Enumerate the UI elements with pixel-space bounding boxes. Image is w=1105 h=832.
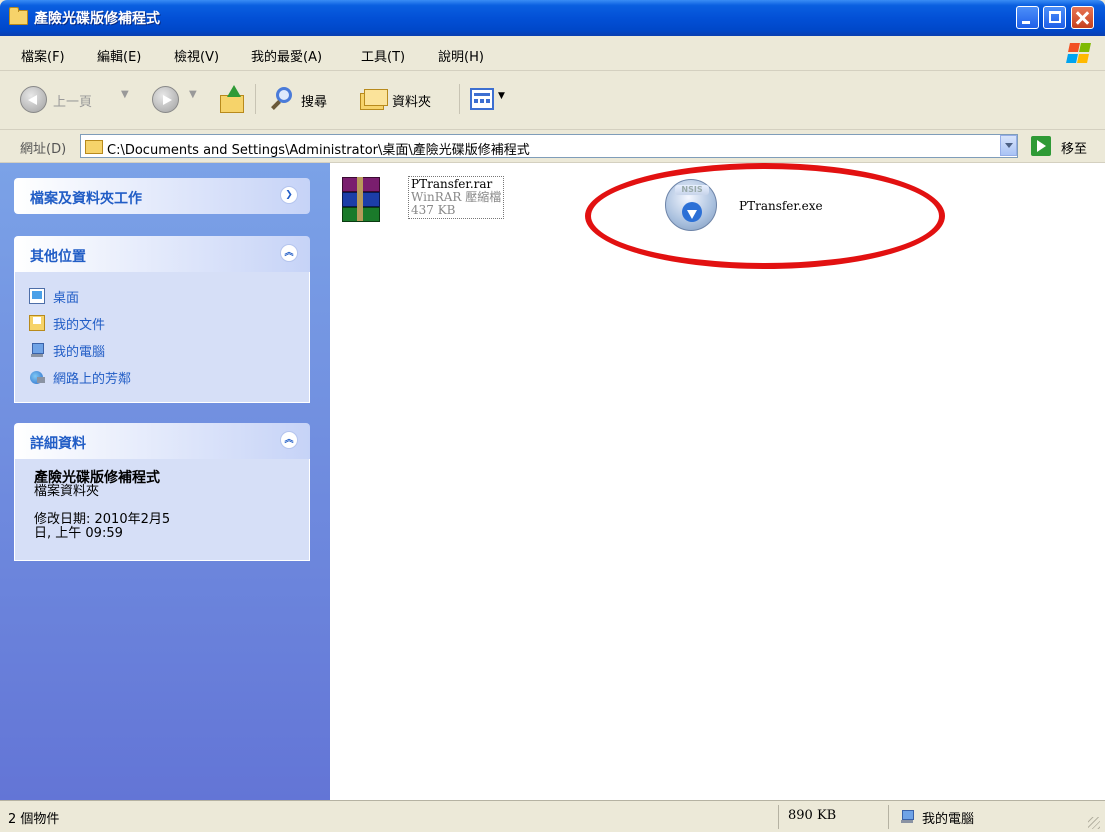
folder-icon xyxy=(9,7,28,25)
my-computer-icon xyxy=(900,810,914,824)
address-path[interactable]: C:\Documents and Settings\Administrator\… xyxy=(107,139,530,158)
toolbar-separator xyxy=(459,84,460,114)
address-label: 網址(D) xyxy=(20,142,67,157)
panel-title: 詳細資料 xyxy=(30,436,86,452)
windows-logo-icon xyxy=(1066,42,1091,64)
menu-bar: 檔案(F) 編輯(E) 檢視(V) 我的最愛(A) 工具(T) 說明(H) xyxy=(0,36,1105,71)
file-label: PTransfer.rar WinRAR 壓縮檔 437 KB xyxy=(408,176,505,219)
status-location: 我的電腦 xyxy=(922,812,975,827)
folder-icon xyxy=(85,140,103,154)
sidebar-item-desktop[interactable]: 桌面 xyxy=(15,282,309,309)
maximize-button[interactable] xyxy=(1043,6,1066,29)
address-input[interactable]: C:\Documents and Settings\Administrator\… xyxy=(80,134,1018,158)
details-modified: 修改日期: 2010年2月5日, 上午 09:59 xyxy=(34,512,171,541)
back-dropdown-icon[interactable]: ▼ xyxy=(121,89,129,100)
search-icon[interactable] xyxy=(268,85,296,113)
back-button-label[interactable]: 上一頁 xyxy=(53,91,92,110)
up-folder-icon[interactable] xyxy=(218,85,246,113)
expand-icon[interactable]: ❯ xyxy=(280,186,298,204)
forward-arrow-icon[interactable] xyxy=(152,86,179,113)
sidebar-item-label: 我的電腦 xyxy=(53,345,106,360)
sidebar-item-my-computer[interactable]: 我的電腦 xyxy=(15,336,309,363)
folders-button-label[interactable]: 資料夾 xyxy=(392,91,431,110)
sidebar-item-label: 我的文件 xyxy=(53,318,106,333)
search-button-label[interactable]: 搜尋 xyxy=(301,91,327,110)
my-computer-icon xyxy=(29,342,45,358)
go-button-label[interactable]: 移至 xyxy=(1061,138,1087,157)
status-divider xyxy=(888,805,889,829)
network-places-icon xyxy=(29,369,45,385)
menu-edit[interactable]: 編輯(E) xyxy=(97,46,141,65)
menu-help[interactable]: 說明(H) xyxy=(438,46,484,65)
sidebar-item-label: 網路上的芳鄰 xyxy=(53,372,132,387)
file-list: PTransfer.rar WinRAR 壓縮檔 437 KB NSIS PTr… xyxy=(330,163,1105,800)
views-dropdown-icon[interactable]: ▼ xyxy=(498,91,505,101)
panel-title: 其他位置 xyxy=(30,249,86,265)
highlight-annotation xyxy=(585,163,945,269)
toolbar: 上一頁 ▼ ▼ 搜尋 資料夾 ▼ xyxy=(0,71,1105,130)
panel-header[interactable]: 檔案及資料夾工作 ❯ xyxy=(14,178,310,214)
my-documents-icon xyxy=(29,315,45,331)
file-item[interactable]: PTransfer.rar WinRAR 壓縮檔 437 KB xyxy=(338,175,538,231)
collapse-icon[interactable]: ︽ xyxy=(280,244,298,262)
minimize-button[interactable] xyxy=(1016,6,1039,29)
sidebar-item-label: 桌面 xyxy=(53,291,80,306)
status-divider xyxy=(778,805,779,829)
menu-file[interactable]: 檔案(F) xyxy=(21,46,65,65)
status-bar: 2 個物件 890 KB 我的電腦 xyxy=(0,800,1105,832)
toolbar-separator xyxy=(255,84,256,114)
forward-dropdown-icon[interactable]: ▼ xyxy=(189,89,197,100)
panel-body: 產險光碟版修補程式 檔案資料夾 修改日期: 2010年2月5日, 上午 09:5… xyxy=(14,459,310,561)
address-bar: 網址(D) C:\Documents and Settings\Administ… xyxy=(0,130,1105,163)
menu-view[interactable]: 檢視(V) xyxy=(174,46,219,65)
resize-grip-icon[interactable] xyxy=(1088,817,1100,829)
collapse-icon[interactable]: ︽ xyxy=(280,431,298,449)
folders-icon[interactable] xyxy=(360,87,388,110)
menu-favorites[interactable]: 我的最愛(A) xyxy=(251,46,322,65)
panel-body: 桌面 我的文件 我的電腦 網路上的芳鄰 xyxy=(14,272,310,403)
panel-title: 檔案及資料夾工作 xyxy=(30,191,142,207)
back-arrow-icon[interactable] xyxy=(20,86,47,113)
chevron-down-icon xyxy=(1005,143,1013,148)
address-dropdown-button[interactable] xyxy=(1000,135,1017,156)
explorer-window: 產險光碟版修補程式 檔案(F) 編輯(E) 檢視(V) 我的最愛(A) 工具(T… xyxy=(0,0,1105,832)
menu-tools[interactable]: 工具(T) xyxy=(361,46,405,65)
winrar-archive-icon xyxy=(342,177,380,222)
close-button[interactable] xyxy=(1071,6,1094,29)
panel-header[interactable]: 詳細資料 ︽ xyxy=(14,423,310,459)
panel-other-places: 其他位置 ︽ 桌面 我的文件 我的電腦 網路上的芳鄰 xyxy=(14,236,310,403)
panel-file-tasks: 檔案及資料夾工作 ❯ xyxy=(14,178,310,214)
file-size: 437 KB xyxy=(411,203,456,217)
desktop-icon xyxy=(29,288,45,304)
panel-header[interactable]: 其他位置 ︽ xyxy=(14,236,310,272)
task-pane: 檔案及資料夾工作 ❯ 其他位置 ︽ 桌面 我的文件 我的電腦 網路上的芳鄰 詳細… xyxy=(0,163,330,800)
window-title: 產險光碟版修補程式 xyxy=(34,11,160,27)
status-object-count: 2 個物件 xyxy=(8,812,60,827)
status-size: 890 KB xyxy=(788,808,837,823)
panel-details: 詳細資料 ︽ 產險光碟版修補程式 檔案資料夾 修改日期: 2010年2月5日, … xyxy=(14,423,310,561)
title-bar[interactable]: 產險光碟版修補程式 xyxy=(0,0,1105,36)
details-type: 檔案資料夾 xyxy=(34,484,100,499)
go-arrow-icon[interactable] xyxy=(1031,136,1051,156)
views-icon[interactable] xyxy=(470,88,494,110)
details-name: 產險光碟版修補程式 xyxy=(34,470,160,486)
sidebar-item-my-documents[interactable]: 我的文件 xyxy=(15,309,309,336)
sidebar-item-network[interactable]: 網路上的芳鄰 xyxy=(15,363,309,390)
